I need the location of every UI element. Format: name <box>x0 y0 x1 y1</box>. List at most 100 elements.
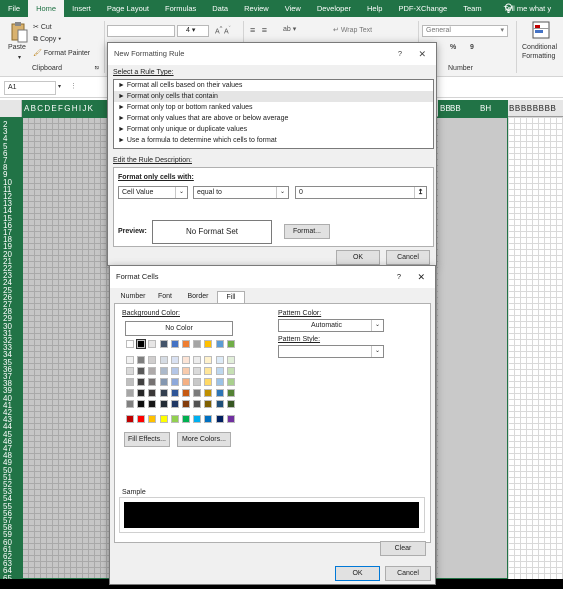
color-swatch[interactable] <box>215 340 224 348</box>
tab-view[interactable]: View <box>277 0 309 17</box>
color-swatch[interactable] <box>170 367 179 375</box>
conditional-formatting-button[interactable]: Conditional <box>522 44 557 51</box>
color-swatch[interactable] <box>182 400 190 408</box>
rule-type-item[interactable]: ► Format only unique or duplicate values <box>114 124 433 135</box>
tab-border[interactable]: Border <box>184 291 212 303</box>
color-swatch[interactable] <box>170 340 179 348</box>
clipboard-launcher-icon[interactable]: ⧅ <box>95 65 99 72</box>
font-name-box[interactable] <box>107 25 175 37</box>
wrap-text-button[interactable]: ↵ Wrap Text <box>333 26 372 34</box>
color-swatch[interactable] <box>136 339 147 349</box>
comma-button[interactable]: 9 <box>470 44 474 51</box>
tab-pdf-xchange[interactable]: PDF-XChange <box>390 0 455 17</box>
color-swatch[interactable] <box>204 356 213 364</box>
color-swatch[interactable] <box>137 389 146 397</box>
help-icon[interactable]: ? <box>397 266 401 288</box>
ok-button[interactable]: OK <box>336 250 380 265</box>
color-swatch[interactable] <box>170 378 179 386</box>
orientation-icon[interactable]: ab ▾ <box>283 25 296 33</box>
fill-effects-button[interactable]: Fill Effects... <box>124 432 170 447</box>
operator-dropdown[interactable]: equal to ⌄ <box>193 186 289 199</box>
color-swatch[interactable] <box>126 367 134 375</box>
rule-type-item[interactable]: ► Use a formula to determine which cells… <box>114 135 433 146</box>
color-swatch[interactable] <box>148 356 157 364</box>
close-icon[interactable]: ✕ <box>418 43 426 65</box>
color-swatch[interactable] <box>193 340 202 348</box>
select-all-corner[interactable] <box>0 100 22 117</box>
color-swatch[interactable] <box>159 367 168 375</box>
cut-button[interactable]: ✂ Cut <box>33 23 52 31</box>
name-box-dropdown-icon[interactable]: ▾ <box>58 83 61 90</box>
color-swatch[interactable] <box>193 367 202 375</box>
rule-type-item[interactable]: ► Format only values that are above or b… <box>114 113 433 124</box>
color-swatch[interactable] <box>193 400 202 408</box>
color-swatch[interactable] <box>126 389 134 397</box>
standard-color-swatch[interactable] <box>204 415 213 423</box>
rule-type-item[interactable]: ► Format all cells based on their values <box>114 80 433 91</box>
color-swatch[interactable] <box>193 378 202 386</box>
rule-type-item-selected[interactable]: ► Format only cells that contain <box>114 91 433 102</box>
color-swatch[interactable] <box>215 378 224 386</box>
close-icon[interactable]: ✕ <box>417 266 425 288</box>
color-swatch[interactable] <box>148 367 157 375</box>
standard-color-swatch[interactable] <box>159 415 168 423</box>
pattern-color-dropdown[interactable]: Automatic ⌄ <box>278 319 384 332</box>
rule-type-item[interactable]: ► Format only top or bottom ranked value… <box>114 102 433 113</box>
color-swatch[interactable] <box>182 340 190 348</box>
color-swatch[interactable] <box>170 389 179 397</box>
tell-me-box[interactable]: Tell me what y <box>490 0 560 17</box>
standard-color-swatch[interactable] <box>182 415 190 423</box>
color-swatch[interactable] <box>126 400 134 408</box>
paste-dropdown-icon[interactable]: ▾ <box>18 54 21 61</box>
tab-review[interactable]: Review <box>236 0 277 17</box>
tab-help[interactable]: Help <box>359 0 390 17</box>
standard-color-swatch[interactable] <box>148 415 157 423</box>
color-swatch[interactable] <box>159 378 168 386</box>
standard-color-swatch[interactable] <box>193 415 202 423</box>
row-headers[interactable]: 2 3 4 5 6 7 8 9 10 11 12 13 14 15 16 17 18 19 20 21 22 23 24 25… <box>0 117 22 589</box>
column-headers-left[interactable]: ABCDEFGHIJK <box>22 100 112 117</box>
cancel-button[interactable]: Cancel <box>385 566 431 581</box>
format-painter-button[interactable]: 🖌 Format Painter <box>33 49 90 57</box>
color-swatch[interactable] <box>159 340 168 348</box>
color-swatch[interactable] <box>159 400 168 408</box>
no-color-button[interactable]: No Color <box>125 321 233 336</box>
color-swatch[interactable] <box>170 356 179 364</box>
standard-color-swatch[interactable] <box>137 415 146 423</box>
more-colors-button[interactable]: More Colors... <box>177 432 231 447</box>
standard-color-swatch[interactable] <box>215 415 224 423</box>
tab-number[interactable]: Number <box>118 291 148 303</box>
name-box[interactable]: A1 <box>4 81 56 95</box>
color-swatch[interactable] <box>148 378 157 386</box>
color-swatch[interactable] <box>170 400 179 408</box>
color-swatch[interactable] <box>159 389 168 397</box>
color-swatch[interactable] <box>226 367 235 375</box>
format-button[interactable]: Format... <box>284 224 330 239</box>
color-swatch[interactable] <box>182 389 190 397</box>
color-swatch[interactable] <box>137 378 146 386</box>
color-swatch[interactable] <box>126 356 134 364</box>
color-swatch[interactable] <box>137 367 146 375</box>
font-size-box[interactable]: 4 ▾ <box>177 25 209 37</box>
color-swatch[interactable] <box>215 367 224 375</box>
color-swatch[interactable] <box>159 356 168 364</box>
color-swatch[interactable] <box>193 356 202 364</box>
color-swatch[interactable] <box>204 400 213 408</box>
tab-developer[interactable]: Developer <box>309 0 359 17</box>
color-swatch[interactable] <box>226 400 235 408</box>
color-swatch[interactable] <box>226 389 235 397</box>
help-icon[interactable]: ? <box>398 43 402 65</box>
copy-button[interactable]: ⧉ Copy ▾ <box>33 36 61 44</box>
color-swatch[interactable] <box>226 356 235 364</box>
color-swatch[interactable] <box>193 389 202 397</box>
color-swatch[interactable] <box>215 400 224 408</box>
column-headers-rest[interactable]: BBBBBBBB <box>509 100 557 117</box>
color-swatch[interactable] <box>204 389 213 397</box>
color-swatch[interactable] <box>182 367 190 375</box>
color-swatch[interactable] <box>215 356 224 364</box>
color-swatch[interactable] <box>182 356 190 364</box>
color-swatch[interactable] <box>182 378 190 386</box>
color-swatch[interactable] <box>148 389 157 397</box>
color-swatch[interactable] <box>226 340 235 348</box>
value-input[interactable]: 0 ↥ <box>295 186 427 199</box>
